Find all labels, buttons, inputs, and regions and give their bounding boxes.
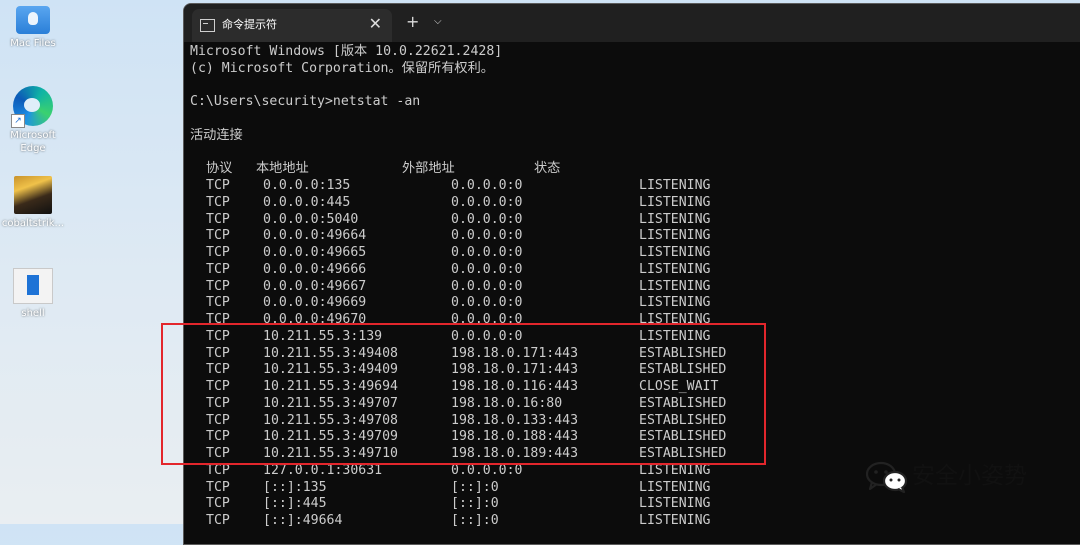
terminal-line: Microsoft Windows [版本 10.0.22621.2428] [190, 44, 503, 59]
table-row: TCP 0.0.0.0:49669 0.0.0.0:0 LISTENING [190, 295, 1080, 312]
cell-proto: TCP [206, 295, 230, 311]
cell-local: 127.0.0.1:30631 [263, 462, 383, 478]
cell-foreign: 0.0.0.0:0 [451, 178, 523, 193]
column-header-proto: 协议 [206, 161, 233, 177]
cell-proto: TCP [206, 194, 230, 210]
cell-proto: TCP [206, 462, 230, 478]
cell-state: LISTENING [639, 211, 711, 227]
edge-icon: ↗ [11, 86, 53, 128]
cell-state: LISTENING [639, 513, 711, 528]
cell-foreign: 0.0.0.0:0 [451, 278, 523, 294]
tab-title: 命令提示符 [222, 18, 277, 31]
cell-state: LISTENING [639, 479, 711, 495]
close-icon[interactable]: ✕ [369, 15, 382, 33]
new-tab-button[interactable]: + [406, 13, 419, 31]
table-row: TCP 0.0.0.0:445 0.0.0.0:0 LISTENING [190, 195, 1080, 212]
cell-state: LISTENING [639, 295, 711, 311]
cell-proto: TCP [206, 261, 230, 277]
cell-foreign: 0.0.0.0:0 [451, 194, 523, 210]
cell-state: LISTENING [639, 194, 711, 210]
terminal-icon [200, 19, 215, 32]
cell-foreign: [::]:0 [451, 479, 499, 495]
desktop-icon-label: shell [21, 308, 45, 319]
column-headers: 协议 本地地址 外部地址 状态 [190, 161, 1080, 178]
cell-proto: TCP [206, 178, 230, 193]
shortcut-arrow-icon: ↗ [11, 114, 25, 128]
table-row: TCP 0.0.0.0:49667 0.0.0.0:0 LISTENING [190, 279, 1080, 296]
terminal-header: Microsoft Windows [版本 10.0.22621.2428] (c… [190, 44, 1080, 161]
column-header-foreign: 外部地址 [402, 161, 455, 177]
highlight-box [161, 323, 766, 465]
cell-local: [::]:135 [263, 479, 327, 495]
cell-proto: TCP [206, 245, 230, 260]
terminal-line: 活动连接 [190, 127, 243, 143]
wechat-icon [866, 461, 908, 493]
desktop-icon-label: cobaltstrik... [1, 218, 65, 229]
cell-local: 0.0.0.0:49664 [263, 228, 367, 244]
cell-state: LISTENING [639, 245, 711, 260]
table-row: TCP 0.0.0.0:5040 0.0.0.0:0 LISTENING [190, 212, 1080, 229]
cell-foreign: 0.0.0.0:0 [451, 261, 523, 277]
cell-state: LISTENING [639, 462, 711, 478]
cell-state: LISTENING [639, 496, 711, 512]
cell-state: LISTENING [639, 228, 711, 244]
cell-proto: TCP [206, 479, 230, 495]
cell-foreign: [::]:0 [451, 496, 499, 512]
folder-icon [16, 6, 50, 34]
file-icon [13, 268, 53, 304]
cell-proto: TCP [206, 211, 230, 227]
cell-proto: TCP [206, 278, 230, 294]
table-row: TCP 0.0.0.0:135 0.0.0.0:0 LISTENING [190, 178, 1080, 195]
terminal-line: (c) Microsoft Corporation。保留所有权利。 [190, 60, 494, 76]
cell-local: 0.0.0.0:49665 [263, 245, 367, 260]
cell-foreign: 0.0.0.0:0 [451, 462, 523, 478]
desktop-icon-cobaltstrike[interactable]: cobaltstrik... [0, 176, 66, 230]
terminal-line: C:\Users\security>netstat -an [190, 94, 421, 110]
column-header-state: 状态 [534, 161, 561, 177]
cell-local: 0.0.0.0:445 [263, 194, 351, 210]
desktop-icon-shell[interactable]: shell [0, 268, 66, 320]
desktop-icon-label: Microsoft Edge [10, 130, 56, 154]
desktop-icon-label: Mac Files [10, 38, 56, 49]
title-bar: 命令提示符 ✕ + ⌵ [184, 4, 1080, 42]
cell-proto: TCP [206, 496, 230, 512]
cell-foreign: 0.0.0.0:0 [451, 228, 523, 244]
table-row: TCP [::]:445 [::]:0 LISTENING [190, 496, 1080, 513]
cell-local: 0.0.0.0:49667 [263, 278, 367, 294]
cell-local: 0.0.0.0:5040 [263, 211, 359, 227]
cell-proto: TCP [206, 513, 230, 528]
table-row: TCP 0.0.0.0:49666 0.0.0.0:0 LISTENING [190, 262, 1080, 279]
cell-state: LISTENING [639, 261, 711, 277]
cell-foreign: 0.0.0.0:0 [451, 211, 523, 227]
desktop-icon-mac-files[interactable]: Mac Files [0, 6, 66, 50]
cell-local: [::]:445 [263, 496, 327, 512]
cell-local: 0.0.0.0:135 [263, 178, 351, 193]
cell-local: 0.0.0.0:49666 [263, 261, 367, 277]
cell-foreign: 0.0.0.0:0 [451, 295, 523, 311]
cell-state: LISTENING [639, 178, 711, 193]
cell-foreign: [::]:0 [451, 513, 499, 528]
cell-local: [::]:49664 [263, 513, 343, 528]
cell-proto: TCP [206, 228, 230, 244]
chevron-down-icon[interactable]: ⌵ [434, 15, 442, 29]
cell-state: LISTENING [639, 278, 711, 294]
table-row: TCP 0.0.0.0:49665 0.0.0.0:0 LISTENING [190, 245, 1080, 262]
tab-command-prompt[interactable]: 命令提示符 ✕ [192, 9, 392, 42]
table-row: TCP 0.0.0.0:49664 0.0.0.0:0 LISTENING [190, 228, 1080, 245]
desktop-icon-microsoft-edge[interactable]: ↗ Microsoft Edge [0, 86, 66, 155]
table-row: TCP [::]:49664 [::]:0 LISTENING [190, 513, 1080, 530]
app-icon [14, 176, 52, 214]
cell-local: 0.0.0.0:49669 [263, 295, 367, 311]
watermark-text: 安全小姿势 [912, 463, 1027, 489]
column-header-local: 本地地址 [256, 161, 309, 177]
cell-foreign: 0.0.0.0:0 [451, 245, 523, 260]
